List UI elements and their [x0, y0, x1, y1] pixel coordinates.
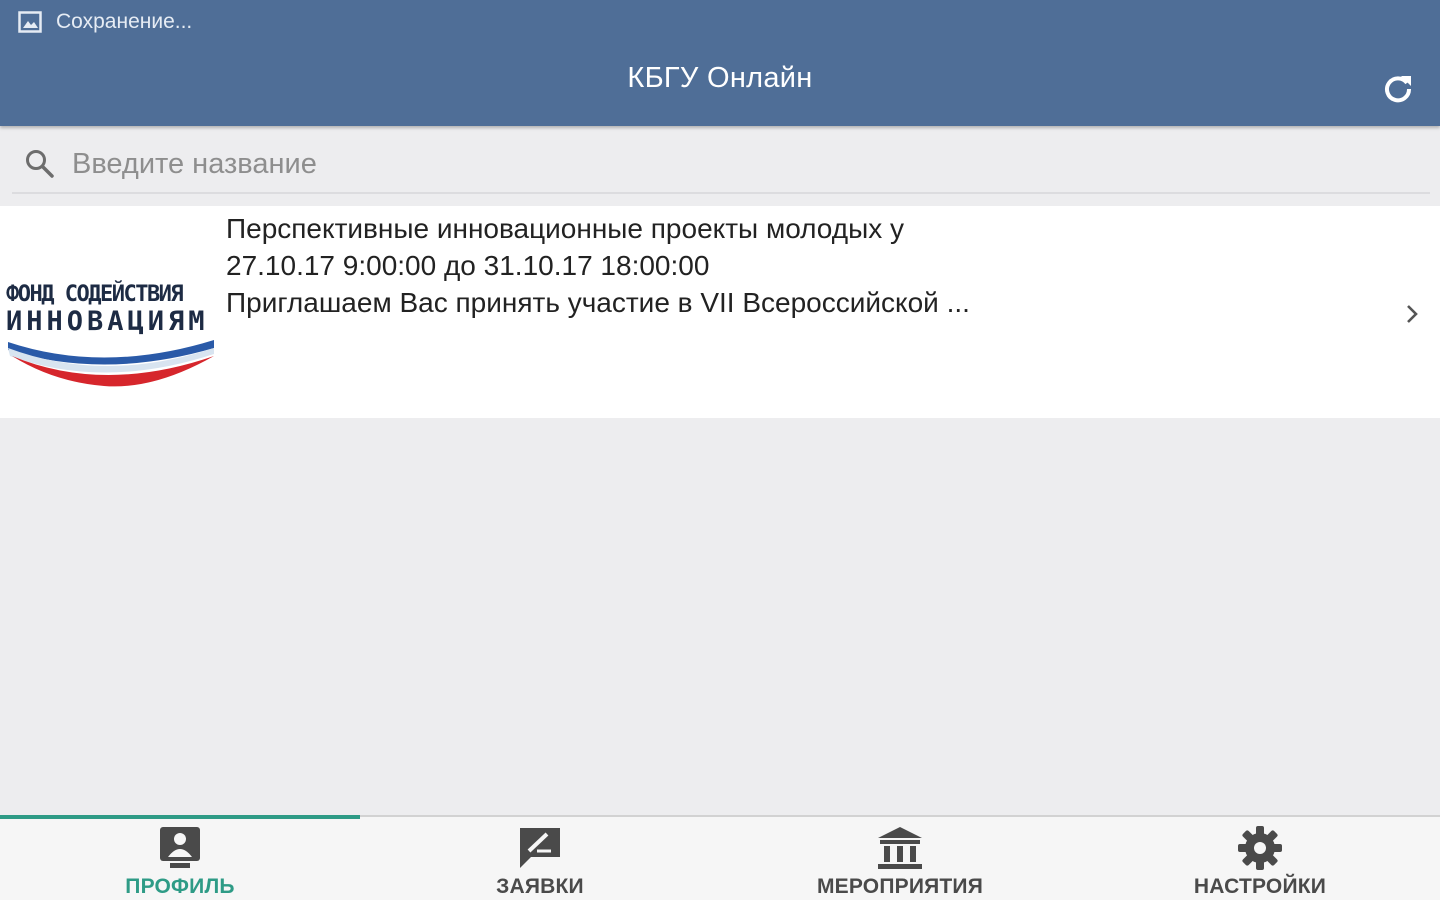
refresh-icon — [1385, 76, 1412, 103]
event-list-item[interactable]: ФОНД СОДЕЙСТВИЯ ИННОВАЦИЯМ Перспективные… — [0, 206, 1440, 418]
image-icon — [18, 11, 42, 33]
status-text: Сохранение... — [56, 10, 193, 33]
tab-profile[interactable]: ПРОФИЛЬ — [0, 815, 360, 900]
tab-profile-label: ПРОФИЛЬ — [125, 875, 235, 898]
search-bar — [12, 136, 1430, 194]
logo-swoosh — [8, 340, 214, 387]
page-title: КБГУ Онлайн — [627, 62, 813, 94]
tab-requests[interactable]: ЗАЯВКИ — [360, 817, 720, 900]
edit-icon — [520, 828, 560, 868]
event-title: Перспективные инновационные проекты моло… — [226, 213, 905, 244]
bottom-navigation: ПРОФИЛЬ ЗАЯВКИ МЕРОПРИЯТИЯ НАСТРОЙКИ — [0, 815, 1440, 900]
search-icon — [24, 148, 56, 180]
chevron-right-icon — [1407, 305, 1418, 323]
gear-icon — [1238, 826, 1282, 870]
tab-settings[interactable]: НАСТРОЙКИ — [1080, 817, 1440, 900]
tab-requests-label: ЗАЯВКИ — [496, 875, 584, 898]
logo-text-top: ФОНД СОДЕЙСТВИЯ — [6, 282, 184, 307]
tab-events-label: МЕРОПРИЯТИЯ — [816, 875, 984, 898]
profile-icon — [160, 827, 200, 868]
logo-text-bottom: ИННОВАЦИЯМ — [6, 306, 209, 337]
institution-icon — [878, 827, 922, 869]
tab-events[interactable]: МЕРОПРИЯТИЯ — [720, 817, 1080, 900]
refresh-button[interactable] — [1380, 70, 1416, 106]
event-description: Приглашаем Вас принять участие в VII Все… — [226, 287, 970, 318]
app-root: Сохранение... КБГУ Онлайн ФОНД СОДЕЙСТВИ… — [0, 0, 1440, 900]
tab-settings-label: НАСТРОЙКИ — [1193, 875, 1327, 898]
event-thumbnail: ФОНД СОДЕЙСТВИЯ ИННОВАЦИЯМ — [0, 206, 216, 418]
search-input[interactable] — [70, 146, 1374, 182]
event-dates: 27.10.17 9:00:00 до 31.10.17 18:00:00 — [226, 250, 710, 281]
app-header: Сохранение... КБГУ Онлайн — [0, 0, 1440, 126]
event-details: Перспективные инновационные проекты моло… — [226, 210, 1376, 321]
status-bar: Сохранение... — [18, 8, 192, 36]
